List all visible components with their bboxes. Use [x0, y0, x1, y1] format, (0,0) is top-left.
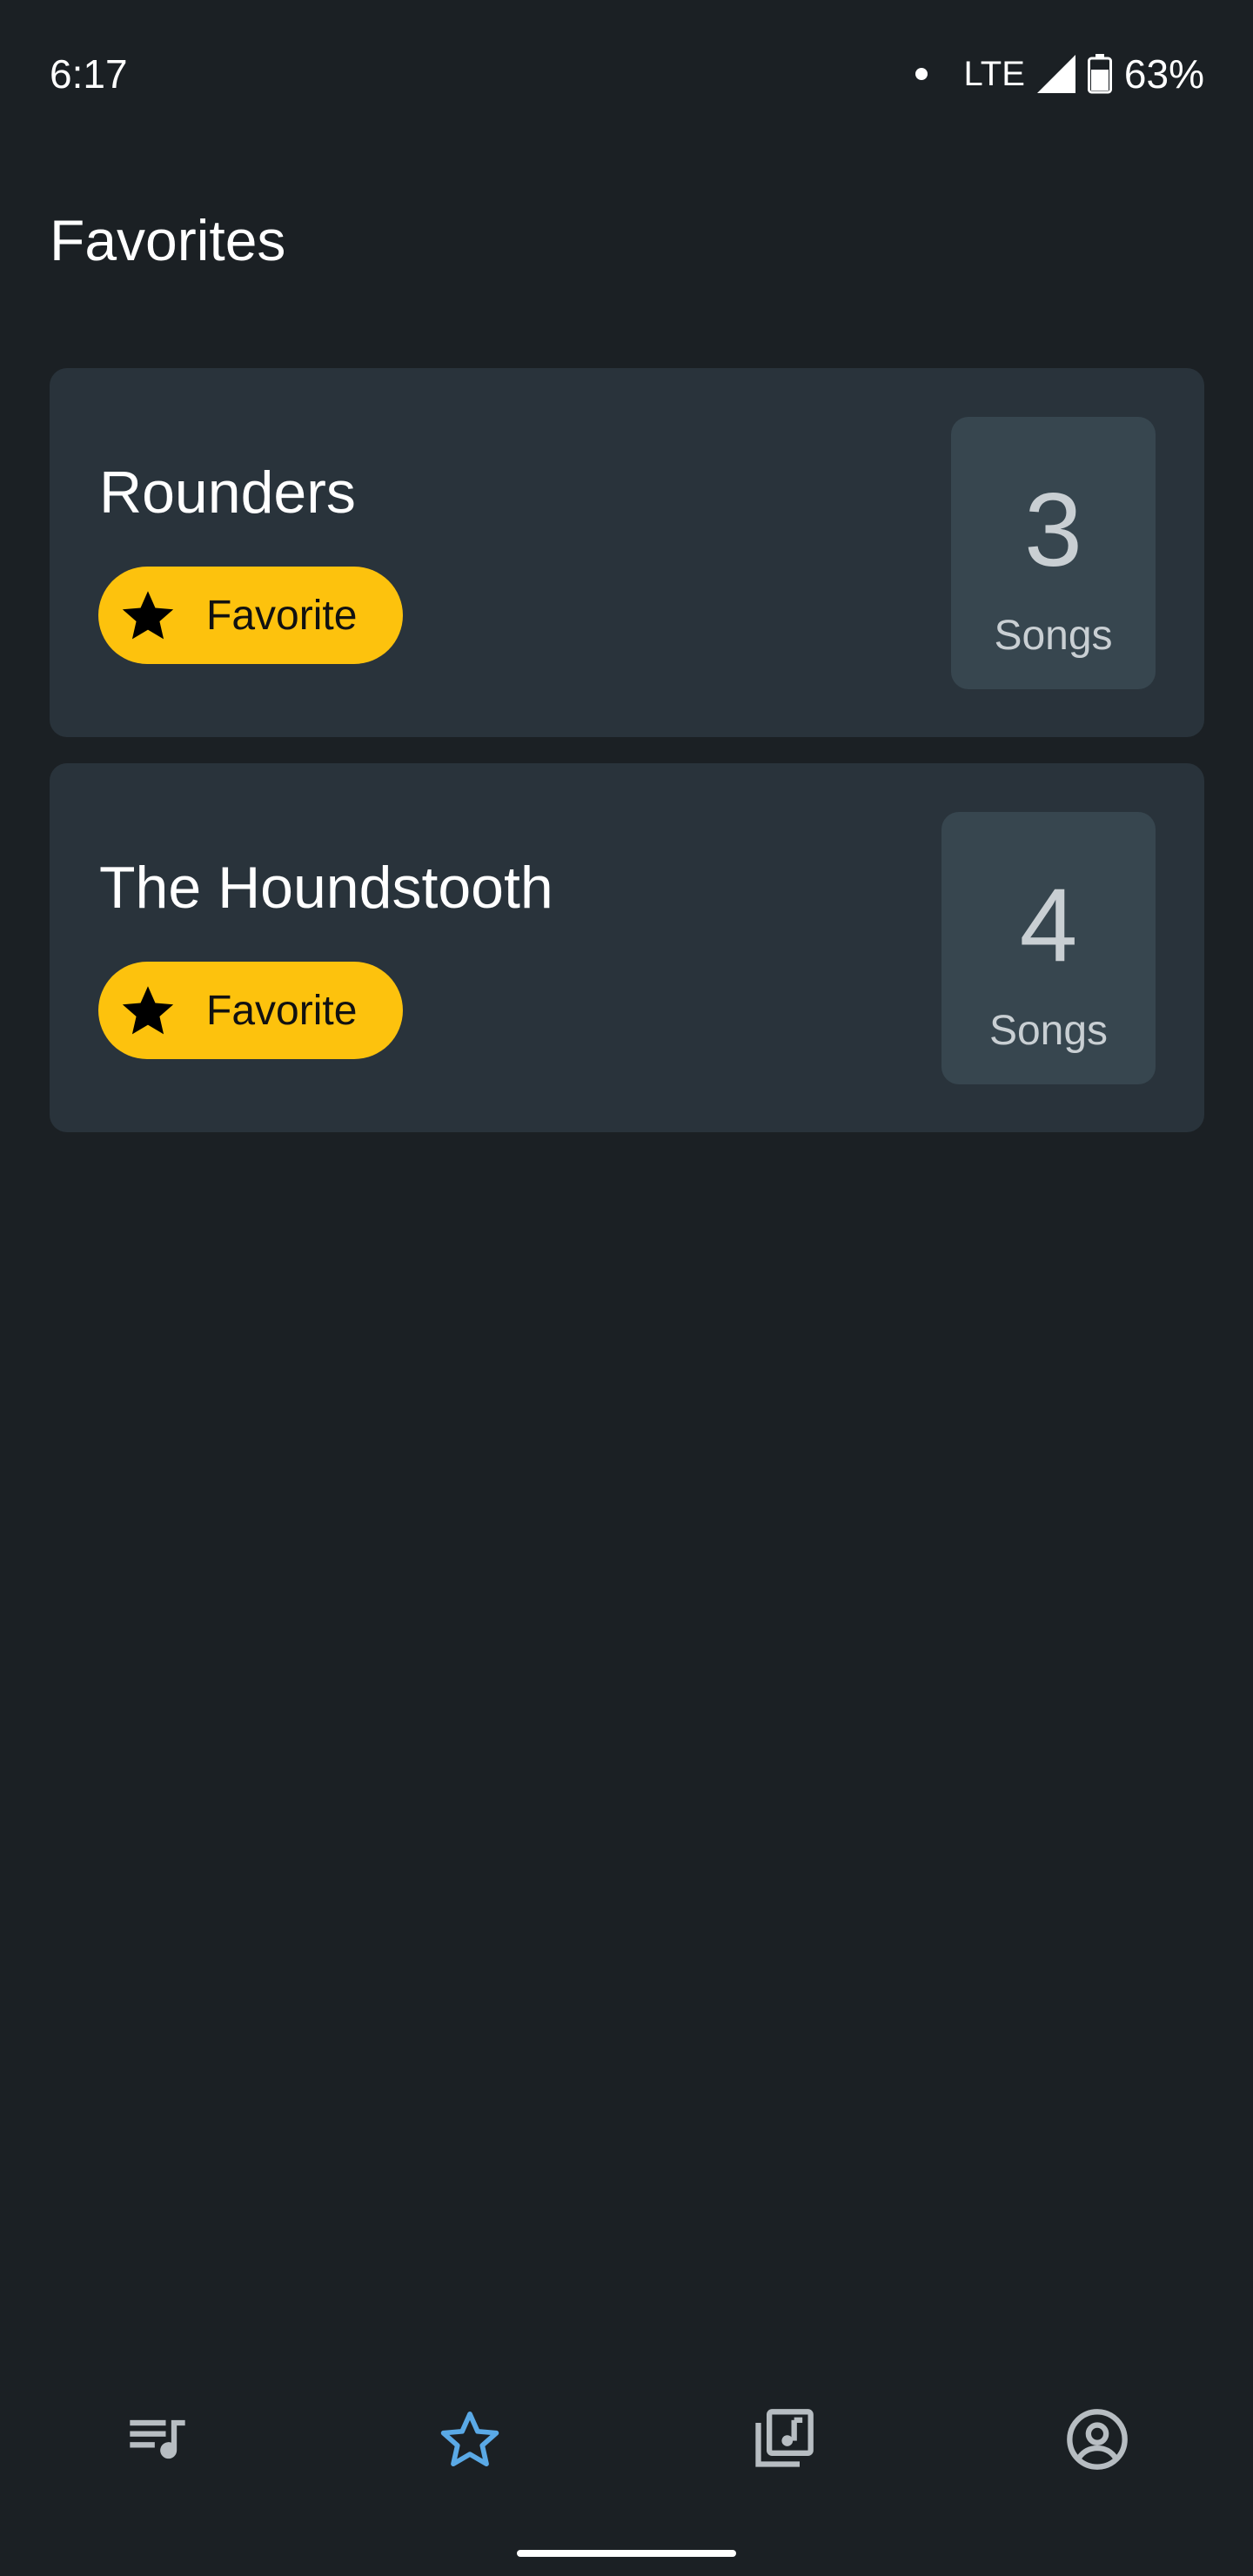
- signal-icon: [1036, 55, 1075, 93]
- playlist-card[interactable]: The Houndstooth Favorite 4 Songs: [50, 763, 1204, 1132]
- song-count-box: 4 Songs: [941, 812, 1156, 1084]
- status-time: 6:17: [50, 51, 128, 97]
- battery-percentage: 63%: [1123, 51, 1204, 97]
- playlist-card[interactable]: Rounders Favorite 3 Songs: [50, 368, 1204, 737]
- playlist-name: Rounders: [99, 460, 356, 526]
- star-filled-icon: [117, 585, 178, 646]
- star-outline-icon: [437, 2406, 503, 2477]
- favorite-chip[interactable]: Favorite: [98, 567, 403, 664]
- favorite-chip[interactable]: Favorite: [98, 962, 403, 1059]
- nav-library[interactable]: [735, 2393, 831, 2489]
- song-count: 4: [1019, 867, 1078, 983]
- song-count: 3: [1024, 472, 1082, 588]
- battery-icon: [1087, 54, 1112, 94]
- notification-dot-icon: [915, 68, 928, 80]
- playlist-name: The Houndstooth: [99, 855, 553, 921]
- page-title: Favorites: [50, 208, 286, 272]
- nav-favorites[interactable]: [422, 2393, 518, 2489]
- favorite-chip-label: Favorite: [206, 592, 358, 639]
- nav-queue[interactable]: [110, 2393, 205, 2489]
- bottom-navigation: [0, 2393, 1253, 2489]
- song-count-label: Songs: [994, 613, 1113, 659]
- queue-music-icon: [124, 2406, 191, 2477]
- library-music-icon: [750, 2406, 816, 2477]
- account-circle-icon: [1064, 2406, 1130, 2477]
- status-bar: 6:17 LTE 63%: [0, 0, 1253, 148]
- status-indicators: LTE 63%: [915, 50, 1204, 97]
- song-count-label: Songs: [988, 1008, 1109, 1054]
- favorite-chip-label: Favorite: [206, 987, 358, 1034]
- nav-profile[interactable]: [1049, 2393, 1145, 2489]
- home-indicator[interactable]: [517, 2550, 736, 2557]
- star-filled-icon: [117, 980, 178, 1041]
- network-type: LTE: [963, 54, 1025, 93]
- song-count-box: 3 Songs: [951, 417, 1156, 689]
